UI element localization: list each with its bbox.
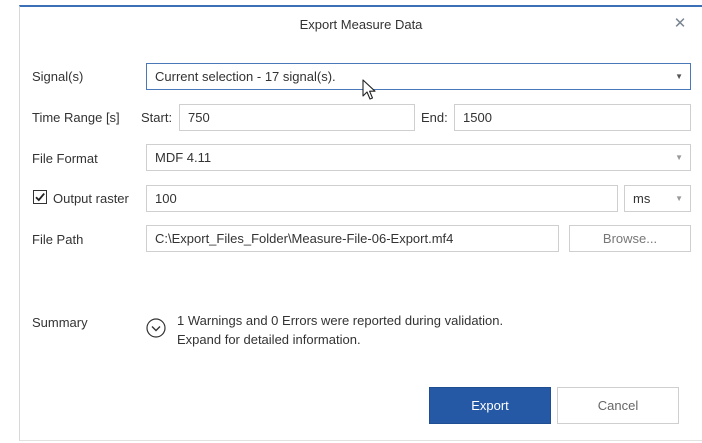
file-format-select[interactable]: MDF 4.11 ▼ bbox=[146, 144, 691, 171]
expand-circle-icon[interactable] bbox=[146, 318, 166, 338]
dialog-title: Export Measure Data bbox=[299, 17, 423, 32]
end-time-input[interactable]: 1500 bbox=[454, 104, 691, 131]
end-label: End: bbox=[421, 110, 448, 125]
cancel-button[interactable]: Cancel bbox=[557, 387, 679, 424]
file-path-label: File Path bbox=[32, 232, 84, 247]
raster-unit-select[interactable]: ms ▼ bbox=[624, 185, 691, 212]
file-format-select-value: MDF 4.11 bbox=[155, 150, 212, 165]
chevron-down-icon: ▼ bbox=[675, 194, 683, 203]
time-range-label: Time Range [s] bbox=[32, 110, 120, 125]
checkmark-icon bbox=[35, 193, 45, 202]
dialog-titlebar: Export Measure Data ✕ bbox=[20, 7, 702, 45]
mouse-pointer-icon bbox=[362, 79, 378, 101]
summary-message-line2: Expand for detailed information. bbox=[177, 332, 361, 347]
export-measure-data-dialog: Export Measure Data ✕ Signal(s) Current … bbox=[19, 5, 702, 441]
file-format-label: File Format bbox=[32, 151, 98, 166]
chevron-down-icon: ▼ bbox=[675, 153, 683, 162]
output-raster-label: Output raster bbox=[53, 191, 129, 206]
summary-message-line1: 1 Warnings and 0 Errors were reported du… bbox=[177, 313, 504, 328]
output-raster-input[interactable]: 100 bbox=[146, 185, 618, 212]
chevron-down-icon: ▼ bbox=[675, 72, 683, 81]
signals-select[interactable]: Current selection - 17 signal(s). ▼ bbox=[146, 63, 691, 90]
raster-unit-value: ms bbox=[633, 191, 651, 206]
export-button[interactable]: Export bbox=[429, 387, 551, 424]
browse-button[interactable]: Browse... bbox=[569, 225, 691, 252]
output-raster-checkbox[interactable] bbox=[33, 190, 47, 204]
summary-label: Summary bbox=[32, 315, 88, 330]
start-time-input[interactable]: 750 bbox=[179, 104, 415, 131]
close-icon[interactable]: ✕ bbox=[672, 16, 688, 32]
start-label: Start: bbox=[141, 110, 173, 125]
signals-select-value: Current selection - 17 signal(s). bbox=[155, 69, 336, 84]
file-path-input[interactable]: C:\Export_Files_Folder\Measure-File-06-E… bbox=[146, 225, 559, 252]
signals-label: Signal(s) bbox=[32, 69, 84, 84]
